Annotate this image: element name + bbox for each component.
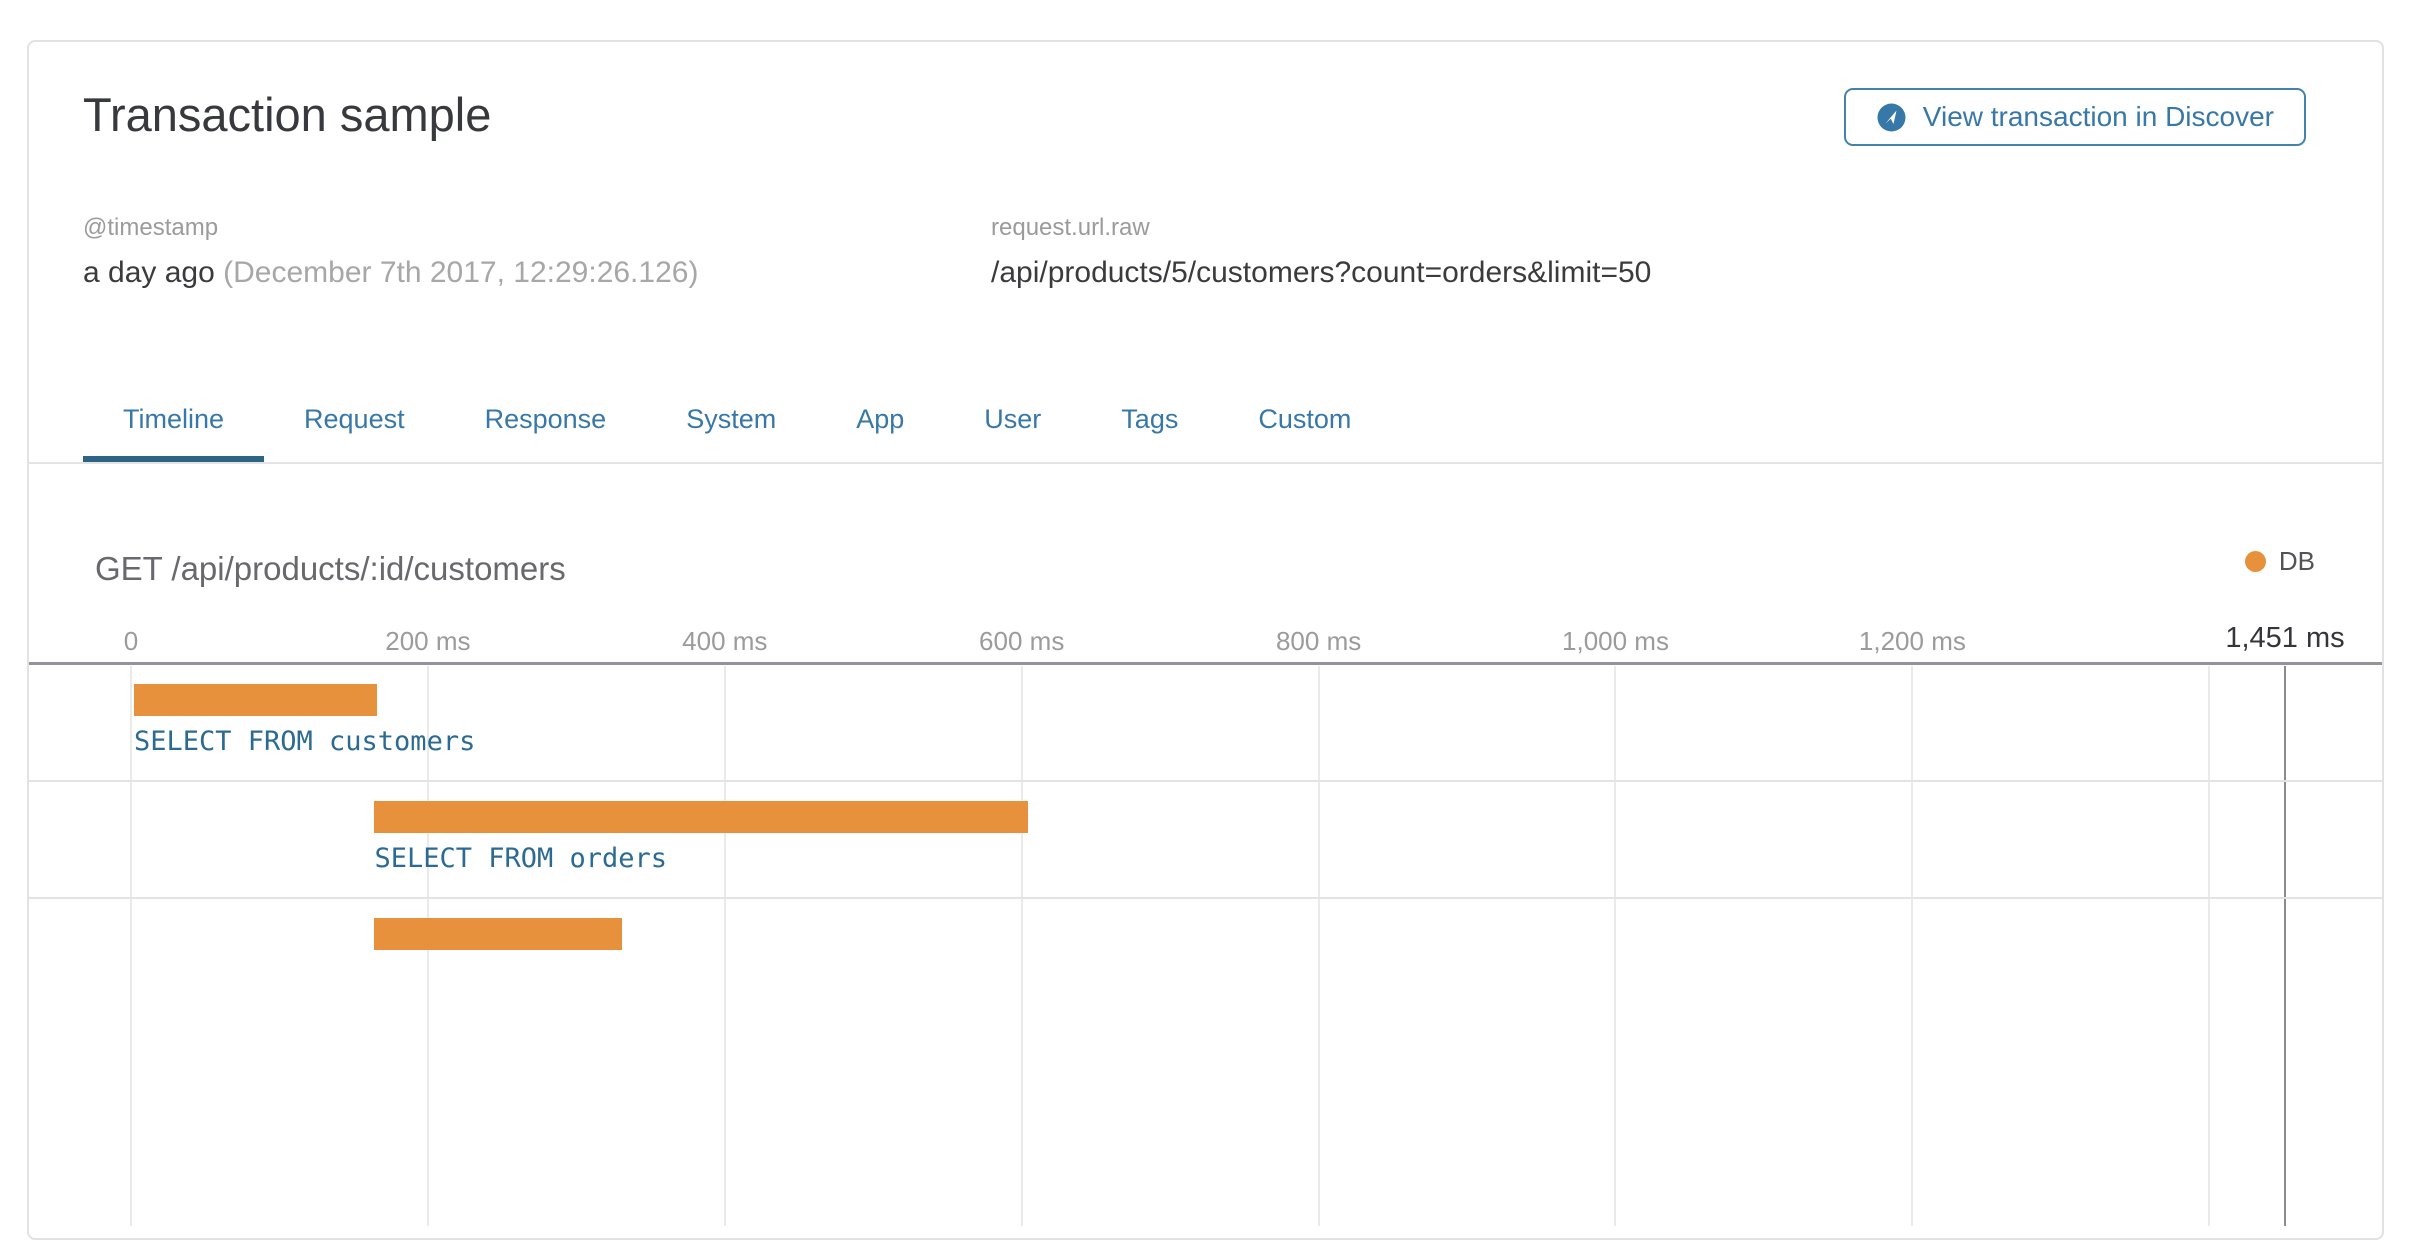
span-bar[interactable] (374, 801, 1027, 833)
axis-tick-label: 400 ms (682, 626, 767, 656)
axis-gridline (1318, 666, 1320, 1226)
time-axis-line (29, 662, 2382, 665)
span-label[interactable]: SELECT FROM customers (134, 727, 475, 757)
span-bar[interactable] (134, 684, 377, 716)
axis-gridline (1021, 666, 1023, 1226)
row-divider (29, 780, 2382, 782)
axis-gridline (2208, 666, 2210, 1226)
span-bar[interactable] (374, 918, 622, 950)
axis-gridline (1614, 666, 1616, 1226)
transaction-duration-marker (2284, 666, 2286, 1226)
axis-tick-label: 200 ms (385, 626, 470, 656)
axis-total-label: 1,451 ms (2225, 623, 2344, 653)
axis-gridline (130, 666, 132, 1226)
waterfall-chart: 0 200 ms 400 ms 600 ms 800 ms 1,000 ms 1,200 m… (29, 42, 2382, 1238)
axis-gridline (1911, 666, 1913, 1226)
axis-gridline (724, 666, 726, 1226)
axis-tick-label: 1,000 ms (1562, 626, 1669, 656)
axis-tick-label: 0 (124, 626, 138, 656)
axis-tick-label: 1,200 ms (1859, 626, 1966, 656)
transaction-sample-panel: Transaction sample View transaction in D… (27, 40, 2384, 1240)
axis-tick-label: 800 ms (1276, 626, 1361, 656)
span-label[interactable]: SELECT FROM orders (374, 844, 667, 874)
axis-tick-label: 600 ms (979, 626, 1064, 656)
row-divider (29, 897, 2382, 899)
